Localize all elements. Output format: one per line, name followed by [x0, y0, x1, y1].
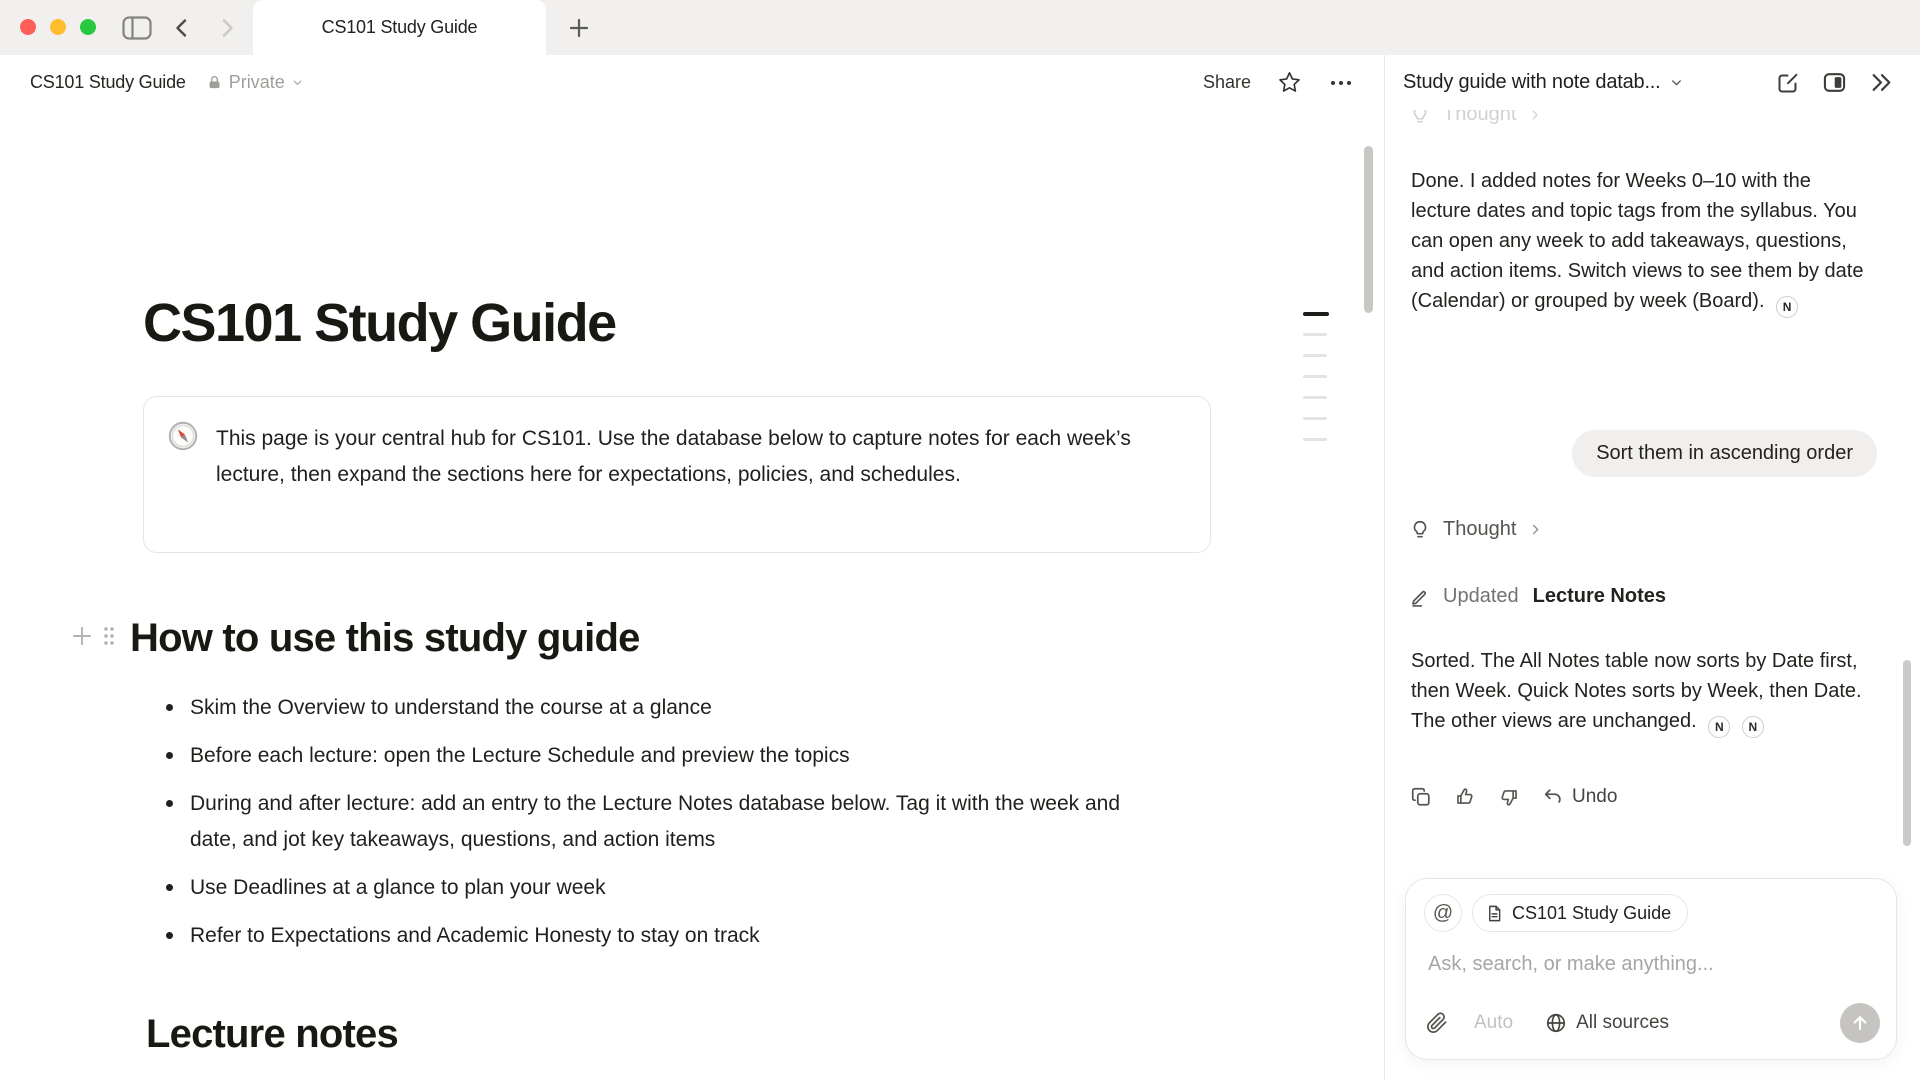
share-button[interactable]: Share	[1203, 72, 1251, 93]
mention-button[interactable]: @	[1424, 894, 1462, 932]
previous-thought-row-faded[interactable]: Thought	[1409, 110, 1542, 142]
composer-context-row: @ CS101 Study Guide	[1424, 894, 1688, 932]
lightbulb-icon	[1409, 519, 1431, 541]
page-header: CS101 Study Guide Private Share	[0, 55, 1384, 110]
thought-toggle-row[interactable]: Thought	[1409, 518, 1543, 541]
send-button[interactable]	[1840, 1003, 1880, 1043]
fullscreen-window-button[interactable]	[80, 19, 96, 35]
copy-icon[interactable]	[1410, 786, 1432, 808]
undo-button[interactable]: Undo	[1542, 786, 1617, 808]
thought-label: Thought	[1443, 518, 1516, 541]
list-item[interactable]: Refer to Expectations and Academic Hones…	[146, 918, 1126, 954]
tab-title: CS101 Study Guide	[322, 17, 478, 38]
toc-dash-active	[1303, 312, 1329, 316]
callout-block[interactable]: This page is your central hub for CS101.…	[143, 396, 1211, 553]
toc-dash	[1303, 417, 1327, 420]
list-item[interactable]: Use Deadlines at a glance to plan your w…	[146, 870, 1126, 906]
toc-dash	[1303, 396, 1327, 399]
drag-handle-icon[interactable]	[102, 625, 116, 652]
callout-text: This page is your central hub for CS101.…	[216, 421, 1151, 493]
sources-label: All sources	[1576, 1012, 1669, 1034]
tab-cs101-study-guide[interactable]: CS101 Study Guide	[253, 0, 546, 55]
toc-dash	[1303, 438, 1327, 441]
chevron-right-icon	[1528, 110, 1542, 122]
collapse-panel-icon[interactable]	[1869, 70, 1894, 95]
main-scrollbar-thumb[interactable]	[1364, 146, 1373, 313]
nav-forward-icon[interactable]	[213, 0, 241, 55]
notion-page-link-icon[interactable]: N	[1776, 296, 1798, 318]
list-item[interactable]: Skim the Overview to understand the cour…	[146, 690, 1126, 726]
thread-title: Study guide with note datab...	[1403, 71, 1661, 94]
favorite-star-icon[interactable]	[1277, 70, 1302, 95]
undo-arrow-icon	[1542, 786, 1564, 808]
add-block-icon[interactable]	[70, 624, 94, 653]
attach-paperclip-icon[interactable]	[1426, 1012, 1448, 1034]
privacy-selector[interactable]: Private	[206, 72, 304, 93]
user-message-bubble: Sort them in ascending order	[1572, 430, 1877, 477]
thought-label: Thought	[1443, 110, 1516, 126]
composer-toolbar: Auto All sources	[1426, 1003, 1880, 1043]
nav-back-icon[interactable]	[168, 0, 196, 55]
globe-icon	[1545, 1012, 1567, 1034]
panel-layout-icon[interactable]	[1822, 70, 1847, 95]
lecture-notes-heading[interactable]: Lecture notes	[146, 1012, 398, 1057]
context-page-chip[interactable]: CS101 Study Guide	[1472, 894, 1688, 932]
page-title[interactable]: CS101 Study Guide	[143, 292, 616, 354]
panel-scrollbar-thumb[interactable]	[1903, 660, 1911, 846]
chevron-down-icon	[1669, 75, 1684, 90]
user-message-text: Sort them in ascending order	[1596, 442, 1853, 465]
assistant-message: Sorted. The All Notes table now sorts by…	[1411, 646, 1873, 738]
context-page-name: CS101 Study Guide	[1512, 903, 1671, 924]
privacy-label: Private	[229, 72, 285, 93]
notion-page-link-icon[interactable]: N	[1708, 716, 1730, 738]
assistant-message: Done. I added notes for Weeks 0–10 with …	[1411, 166, 1873, 318]
new-chat-compose-icon[interactable]	[1776, 71, 1800, 95]
window-titlebar: CS101 Study Guide	[0, 0, 1920, 55]
edit-pencil-icon	[1409, 586, 1431, 608]
breadcrumb[interactable]: CS101 Study Guide	[30, 72, 186, 93]
chevron-right-icon	[1528, 522, 1543, 537]
table-of-contents-indicator[interactable]	[1303, 312, 1329, 459]
bullet-list: Skim the Overview to understand the cour…	[146, 690, 1126, 966]
new-tab-icon[interactable]	[563, 0, 595, 55]
ai-panel-header: Study guide with note datab...	[1385, 55, 1920, 110]
thumbs-down-icon[interactable]	[1498, 786, 1520, 808]
compass-emoji-icon[interactable]	[168, 421, 198, 451]
toc-dash	[1303, 333, 1327, 336]
chat-input[interactable]: Ask, search, or make anything...	[1428, 953, 1868, 976]
document-icon	[1485, 904, 1504, 923]
undo-label: Undo	[1572, 786, 1617, 808]
list-item[interactable]: During and after lecture: add an entry t…	[146, 786, 1126, 858]
lightbulb-icon	[1409, 110, 1431, 126]
toc-dash	[1303, 375, 1327, 378]
chevron-down-icon	[291, 76, 304, 89]
list-item[interactable]: Before each lecture: open the Lecture Sc…	[146, 738, 1126, 774]
thumbs-up-icon[interactable]	[1454, 786, 1476, 808]
lock-icon	[206, 74, 223, 91]
toc-dash	[1303, 354, 1327, 357]
notion-page-link-icon[interactable]: N	[1742, 716, 1764, 738]
updated-page-row[interactable]: Updated Lecture Notes	[1409, 585, 1666, 608]
assistant-message-text: Sorted. The All Notes table now sorts by…	[1411, 650, 1862, 732]
chat-composer[interactable]: @ CS101 Study Guide Ask, search, or make…	[1405, 878, 1897, 1060]
ai-panel: Study guide with note datab...	[1384, 55, 1920, 1080]
arrow-up-icon	[1850, 1013, 1870, 1033]
sources-selector[interactable]: All sources	[1545, 1012, 1669, 1034]
close-window-button[interactable]	[20, 19, 36, 35]
sidebar-toggle-icon[interactable]	[119, 0, 155, 55]
model-auto-selector[interactable]: Auto	[1474, 1012, 1513, 1034]
more-options-icon[interactable]	[1328, 70, 1354, 96]
section-heading-row: How to use this study guide	[70, 616, 640, 661]
at-sign-icon: @	[1433, 902, 1453, 925]
updated-label: Updated	[1443, 585, 1519, 608]
assistant-message-text: Done. I added notes for Weeks 0–10 with …	[1411, 170, 1863, 312]
how-to-heading[interactable]: How to use this study guide	[130, 616, 640, 661]
message-actions-row: Undo	[1410, 786, 1617, 808]
minimize-window-button[interactable]	[50, 19, 66, 35]
thread-selector[interactable]: Study guide with note datab...	[1403, 71, 1684, 94]
updated-page-name: Lecture Notes	[1533, 585, 1666, 608]
notion-window: CS101 Study Guide CS101 Study Guide Priv…	[0, 0, 1920, 1080]
